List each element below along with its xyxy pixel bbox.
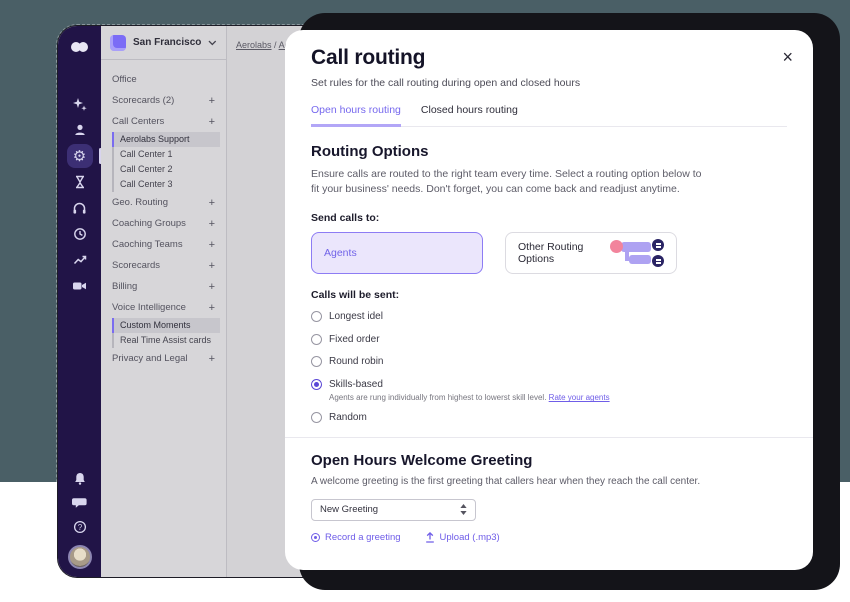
user-avatar[interactable] <box>68 545 92 569</box>
breadcrumb-link-aerolabs[interactable]: Aerolabs <box>236 40 272 50</box>
select-arrows-icon <box>460 504 467 515</box>
routing-options-heading: Routing Options <box>311 143 787 160</box>
sidebar-menu: Office Scorecards (2)+ Call Centers+ Aer… <box>101 60 226 369</box>
radio-icon <box>311 334 322 345</box>
routing-options-description: Ensure calls are routed to the right tea… <box>311 167 711 197</box>
sidebar-item-scorecards[interactable]: Scorecards+ <box>101 255 226 276</box>
expand-icon[interactable]: + <box>209 95 215 107</box>
notifications-bell-icon[interactable] <box>67 467 93 491</box>
calls-sent-label: Calls will be sent: <box>311 289 787 301</box>
rate-your-agents-link[interactable]: Rate your agents <box>549 393 610 402</box>
sidebar-item-call-centers[interactable]: Call Centers+ <box>101 111 226 132</box>
routing-tabs: Open hours routing Closed hours routing <box>311 104 787 127</box>
location-name: San Francisco <box>133 37 201 48</box>
tab-open-hours-routing[interactable]: Open hours routing <box>311 104 401 127</box>
routing-flow-illustration <box>610 238 664 268</box>
ai-sparkles-icon[interactable] <box>67 92 93 116</box>
send-calls-label: Send calls to: <box>311 212 787 224</box>
radio-random[interactable]: Random <box>311 412 787 423</box>
settings-gear-icon[interactable]: ⚙ <box>67 144 93 168</box>
expand-icon[interactable]: + <box>209 302 215 314</box>
tab-closed-hours-routing[interactable]: Closed hours routing <box>421 104 518 127</box>
upload-icon <box>425 532 435 543</box>
greeting-heading: Open Hours Welcome Greeting <box>311 452 787 469</box>
expand-icon[interactable]: + <box>209 353 215 365</box>
sidebar-item-privacy-legal[interactable]: Privacy and Legal+ <box>101 348 226 369</box>
card-other-routing-options[interactable]: Other Routing Options <box>505 232 677 274</box>
history-clock-icon[interactable] <box>67 222 93 246</box>
greeting-actions: Record a greeting Upload (.mp3) <box>311 532 787 543</box>
radio-icon <box>311 356 322 367</box>
expand-icon[interactable]: + <box>209 260 215 272</box>
call-routing-modal: Call routing × Set rules for the call ro… <box>285 30 813 570</box>
card-agents[interactable]: Agents <box>311 232 483 274</box>
sidebar-item-scorecards-2[interactable]: Scorecards (2)+ <box>101 90 226 111</box>
expand-icon[interactable]: + <box>209 116 215 128</box>
workspace-logo-icon <box>110 35 126 51</box>
users-icon[interactable] <box>67 118 93 142</box>
radio-fixed-order[interactable]: Fixed order <box>311 334 787 345</box>
expand-icon[interactable]: + <box>209 197 215 209</box>
sidebar-item-coaching-groups[interactable]: Coaching Groups+ <box>101 213 226 234</box>
expand-icon[interactable]: + <box>209 239 215 251</box>
modal-subtitle: Set rules for the call routing during op… <box>311 77 787 89</box>
sidebar-item-billing[interactable]: Billing+ <box>101 276 226 297</box>
location-switcher[interactable]: San Francisco <box>101 26 226 60</box>
section-divider <box>285 437 813 438</box>
greeting-select[interactable]: New Greeting <box>311 499 476 521</box>
hourglass-icon[interactable] <box>67 170 93 194</box>
record-icon <box>311 533 320 542</box>
help-icon[interactable]: ? <box>67 515 93 539</box>
app-logo-icon <box>67 35 93 59</box>
skills-based-description: Agents are rung individually from highes… <box>329 393 787 402</box>
radio-icon <box>311 379 322 390</box>
sidebar-item-coaching-teams[interactable]: Caoching Teams+ <box>101 234 226 255</box>
sidebar-item-aerolabs-support[interactable]: Aerolabs Support <box>112 132 220 147</box>
greeting-select-value: New Greeting <box>320 504 378 515</box>
sidebar-item-call-center-3[interactable]: Call Center 3 <box>112 177 220 192</box>
radio-round-robin[interactable]: Round robin <box>311 356 787 367</box>
send-calls-cards: Agents Other Routing Options <box>311 232 787 274</box>
record-greeting-link[interactable]: Record a greeting <box>311 532 401 543</box>
sidebar-item-call-center-1[interactable]: Call Center 1 <box>112 147 220 162</box>
chat-icon[interactable] <box>67 491 93 515</box>
sidebar-item-call-center-2[interactable]: Call Center 2 <box>112 162 220 177</box>
card-other-label: Other Routing Options <box>518 241 610 265</box>
greeting-description: A welcome greeting is the first greeting… <box>311 475 711 490</box>
headphones-icon[interactable] <box>67 196 93 220</box>
call-distribution-options: Longest idel Fixed order Round robin Ski… <box>311 311 787 423</box>
modal-title: Call routing <box>311 46 787 70</box>
expand-icon[interactable]: + <box>209 218 215 230</box>
sidebar-item-real-time-assist[interactable]: Real Time Assist cards <box>112 333 220 348</box>
radio-longest-idle[interactable]: Longest idel <box>311 311 787 322</box>
sidebar-item-geo-routing[interactable]: Geo. Routing+ <box>101 192 226 213</box>
sidebar-item-custom-moments[interactable]: Custom Moments <box>112 318 220 333</box>
radio-skills-based[interactable]: Skills-based <box>311 379 787 390</box>
expand-icon[interactable]: + <box>209 281 215 293</box>
close-icon[interactable]: × <box>782 48 793 66</box>
analytics-trend-icon[interactable] <box>67 248 93 272</box>
sidebar-item-office[interactable]: Office <box>101 69 226 90</box>
chevron-down-icon <box>208 40 217 46</box>
breadcrumb-separator: / <box>274 40 277 50</box>
radio-icon <box>311 412 322 423</box>
sidebar: San Francisco Office Scorecards (2)+ Cal… <box>101 26 227 577</box>
upload-mp3-link[interactable]: Upload (.mp3) <box>425 532 500 543</box>
svg-text:?: ? <box>77 523 82 532</box>
icon-rail: ⚙ ? <box>58 26 101 577</box>
sidebar-item-voice-intelligence[interactable]: Voice Intelligence+ <box>101 297 226 318</box>
radio-icon <box>311 311 322 322</box>
video-camera-icon[interactable] <box>67 274 93 298</box>
